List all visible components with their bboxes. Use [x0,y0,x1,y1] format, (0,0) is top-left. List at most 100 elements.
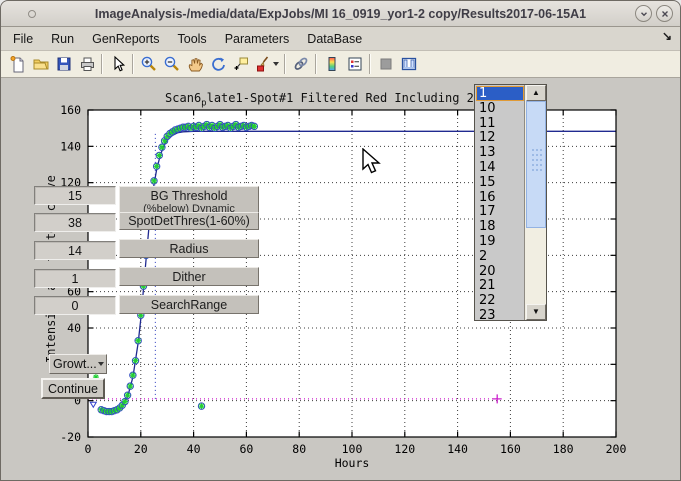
dither-button[interactable]: Dither [119,267,259,286]
menu-run[interactable]: Run [42,29,83,49]
brush-data-button[interactable] [252,53,281,76]
menu-database[interactable]: DataBase [298,29,371,49]
pointer-arrow-icon [109,55,127,73]
list-item[interactable]: 13 [476,145,524,160]
svg-text:60: 60 [239,442,253,456]
spotdetthres-input[interactable] [34,213,116,232]
save-button[interactable] [52,53,75,76]
insert-legend-button[interactable] [343,53,366,76]
zoom-out-button[interactable] [160,53,183,76]
colorbar-icon [323,55,341,73]
dither-label: Dither [172,270,205,284]
link-plot-button[interactable] [289,53,312,76]
figure-toolbar [1,51,680,78]
toolbar-separator [101,54,103,74]
list-item[interactable]: 2 [476,249,524,264]
searchrange-label: SearchRange [151,298,227,312]
radius-input[interactable] [34,241,116,260]
rotate-3d-button[interactable] [206,53,229,76]
toolbar-separator [315,54,317,74]
list-item[interactable]: 16 [476,190,524,205]
hand-icon [186,55,204,73]
list-item[interactable]: 10 [476,101,524,116]
spotdetthres-button[interactable]: SpotDetThres(1-60%) [119,212,259,230]
svg-text:Hours: Hours [335,456,370,470]
toolbar-separator [132,54,134,74]
new-figure-button[interactable] [6,53,29,76]
list-item[interactable]: 12 [476,130,524,145]
zoom-in-button[interactable] [137,53,160,76]
svg-text:140: 140 [60,139,81,153]
edit-plot-button[interactable] [106,53,129,76]
chevron-down-icon [273,62,279,66]
list-item[interactable]: 21 [476,278,524,293]
searchrange-input[interactable] [34,296,116,315]
floppy-disk-icon [55,55,73,73]
zoom-out-icon [163,55,181,73]
bg-threshold-button[interactable]: BG Threshold (%below) Dynamic [119,186,259,213]
svg-text:160: 160 [500,442,521,456]
svg-text:140: 140 [447,442,468,456]
open-file-button[interactable] [29,53,52,76]
chain-link-icon [292,55,310,73]
hide-plot-tools-button[interactable] [374,53,397,76]
list-item[interactable]: 14 [476,160,524,175]
toolbar-separator [369,54,371,74]
datatip-icon [232,55,250,73]
menu-parameters[interactable]: Parameters [216,29,299,49]
chevron-down-icon [639,9,649,19]
scroll-up-icon[interactable]: ▲ [526,85,546,101]
close-icon [660,9,670,19]
list-item[interactable]: 17 [476,204,524,219]
searchrange-button[interactable]: SearchRange [119,295,259,314]
list-item[interactable]: 11 [476,116,524,131]
insert-colorbar-button[interactable] [320,53,343,76]
data-cursor-button[interactable] [229,53,252,76]
svg-text:40: 40 [187,442,201,456]
radius-button[interactable]: Radius [119,239,259,258]
title-bar[interactable]: ImageAnalysis-/media/data/ExpJobs/MI 16_… [1,1,680,27]
print-button[interactable] [75,53,98,76]
pan-button[interactable] [183,53,206,76]
hide-plot-tools-icon [377,55,395,73]
menu-overflow-icon[interactable]: ↘ [662,29,672,43]
list-item[interactable]: 15 [476,175,524,190]
close-button[interactable] [656,5,673,22]
window-menu-icon[interactable] [28,10,36,18]
rotate-icon [209,55,227,73]
scan-number-listbox[interactable]: 1 10 11 12 13 14 15 16 17 18 19 2 20 21 … [474,84,547,321]
list-item[interactable]: 19 [476,234,524,249]
shade-button[interactable] [635,5,652,22]
new-document-icon [9,55,27,73]
menu-genreports[interactable]: GenReports [83,29,168,49]
listbox-scrollbar[interactable]: ▲ ▼ [524,85,546,320]
svg-text:200: 200 [606,442,627,456]
svg-text:-20: -20 [60,430,81,444]
chevron-down-icon [98,362,104,366]
menu-file[interactable]: File [4,29,42,49]
scroll-down-icon[interactable]: ▼ [526,304,546,320]
scrollbar-thumb[interactable] [526,101,546,228]
continue-button[interactable]: Continue [41,378,105,399]
list-item[interactable]: 23 [476,308,524,319]
thumb-grip-icon [530,147,542,177]
svg-text:120: 120 [394,442,415,456]
list-item[interactable]: 22 [476,293,524,308]
bg-threshold-input[interactable] [34,186,116,205]
growth-mode-label: Growt... [53,357,97,371]
app-window: 020406080100120140160180200-200204060801… [0,0,681,481]
brush-icon [254,55,272,73]
list-item[interactable]: 18 [476,219,524,234]
svg-text:80: 80 [292,442,306,456]
show-plot-tools-button[interactable] [397,53,420,76]
menu-tools[interactable]: Tools [169,29,216,49]
window-chrome: ImageAnalysis-/media/data/ExpJobs/MI 16_… [1,1,680,78]
menu-bar: File Run GenReports Tools Parameters Dat… [1,27,680,51]
toolbar-separator [284,54,286,74]
list-item[interactable]: 20 [476,264,524,279]
dither-input[interactable] [34,269,116,288]
growth-mode-dropdown[interactable]: Growt... [49,354,107,374]
list-item-selected[interactable]: 1 [476,86,524,101]
printer-icon [78,55,96,73]
svg-text:100: 100 [342,442,363,456]
